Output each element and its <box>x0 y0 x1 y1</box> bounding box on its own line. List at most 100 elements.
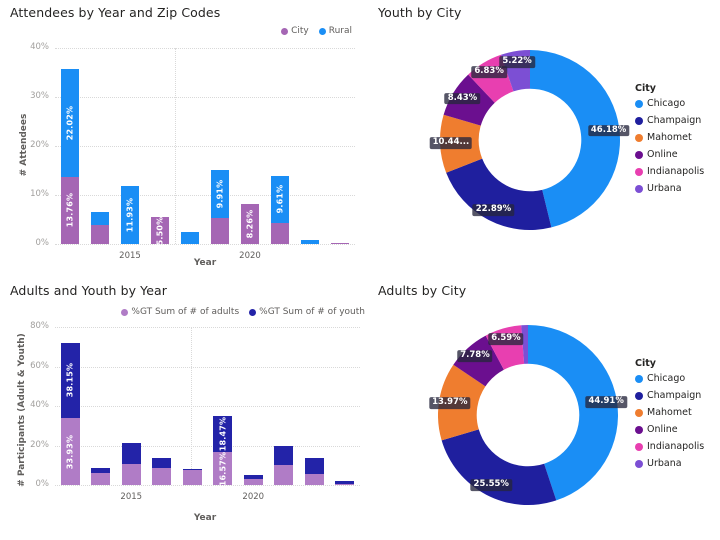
bar-segment[interactable]: 9.91% <box>210 169 230 219</box>
plot-area-adults-youth[interactable]: 0% 20% 40% 60% 80% 2015 2020 33.93% 38.15% 16.57%… <box>30 321 360 502</box>
bar-column[interactable] <box>180 231 200 244</box>
bar-column[interactable] <box>300 240 320 244</box>
bar-column[interactable] <box>330 243 350 244</box>
legend-item-mahomet[interactable]: Mahomet <box>635 132 704 143</box>
donut-chart-youth[interactable]: 46.18% 22.89% 10.44... 8.43% 6.83% 5.22% <box>429 50 630 230</box>
bar-segment[interactable] <box>152 457 172 469</box>
donut-slice[interactable] <box>446 158 552 230</box>
bar-segment[interactable]: 5.50% <box>150 216 170 245</box>
bar-column[interactable]: 16.57% 18.47% <box>213 415 233 486</box>
bar-column[interactable]: 33.93% 38.15% <box>60 342 80 485</box>
bar-column[interactable] <box>274 446 294 485</box>
bar-column[interactable]: 5.50% <box>150 216 170 245</box>
bar-segment[interactable] <box>243 478 263 485</box>
bar-segment[interactable]: 33.93% <box>60 418 80 485</box>
legend-item-mahomet[interactable]: Mahomet <box>635 407 704 418</box>
legend-swatch-icon <box>249 308 257 316</box>
legend-item-chicago[interactable]: Chicago <box>635 98 704 109</box>
bar-column[interactable]: 8.26% <box>240 203 260 244</box>
legend-item-label: Mahomet <box>647 132 692 143</box>
bar-segment[interactable]: 11.93% <box>120 185 140 244</box>
legend-item-city[interactable]: City <box>281 26 309 36</box>
y-axis-tick-label: 20% <box>30 140 49 150</box>
legend-swatch-icon <box>281 27 289 35</box>
bar-segment[interactable]: 13.76% <box>60 176 80 244</box>
bar-segment[interactable] <box>274 464 294 485</box>
bar-column[interactable] <box>90 211 110 244</box>
legend-item-chicago[interactable]: Chicago <box>635 373 704 384</box>
legend-item-online[interactable]: Online <box>635 149 704 160</box>
panel-youth-by-city[interactable]: Youth by City 46.18% 22.89% 10.44... 8.43% 6… <box>370 0 720 275</box>
legend-adults-city[interactable]: City Chicago Champaign Mahomet Online Indiana… <box>635 358 704 475</box>
bar-column[interactable] <box>304 457 324 485</box>
legend-item-urbana[interactable]: Urbana <box>635 183 704 194</box>
bar-segment[interactable] <box>182 468 202 470</box>
legend-item-label: Indianapolis <box>647 166 705 177</box>
bar-column[interactable] <box>243 474 263 485</box>
legend-item-rural[interactable]: Rural <box>318 26 352 36</box>
bar-segment[interactable] <box>152 468 172 485</box>
legend-item-gt-sum-of-of-youth[interactable]: %GT Sum of # of youth <box>249 307 365 317</box>
x-axis-tick-label: 2015 <box>119 251 141 261</box>
donut-slice-label: 8.43% <box>444 92 481 105</box>
bar-segment[interactable] <box>274 446 294 465</box>
legend-item-online[interactable]: Online <box>635 424 704 435</box>
legend-item-label: Champaign <box>647 115 702 126</box>
legend-attendees[interactable]: City Rural <box>281 26 352 36</box>
bar-column[interactable] <box>335 480 355 485</box>
bar-segment[interactable] <box>90 211 110 225</box>
plot-area-attendees[interactable]: 0% 10% 20% 30% 40% 2015 2020 13.76% 22.02% 11.93%… <box>30 42 355 261</box>
bar-segment[interactable] <box>91 467 111 474</box>
legend-item-gt-sum-of-of-adults[interactable]: %GT Sum of # of adults <box>121 307 239 317</box>
panel-adults-and-youth-by-year[interactable]: Adults and Youth by Year %GT Sum of # of… <box>0 275 370 540</box>
bar-segment[interactable]: 38.15% <box>60 342 80 418</box>
bar-column[interactable] <box>182 468 202 485</box>
bar-segment[interactable] <box>304 457 324 475</box>
bar-segment[interactable] <box>121 464 141 485</box>
bar-value-label: 16.57% <box>218 451 228 486</box>
gridline <box>55 195 355 197</box>
bar-segment[interactable]: 16.57% <box>213 451 233 486</box>
legend-item-indianapolis[interactable]: Indianapolis <box>635 441 704 452</box>
legend-item-urbana[interactable]: Urbana <box>635 458 704 469</box>
bar-column[interactable] <box>121 442 141 485</box>
donut-slice-label: 5.22% <box>499 56 535 68</box>
bar-segment[interactable] <box>300 240 320 244</box>
bar-segment[interactable] <box>243 474 263 479</box>
bar-segment[interactable]: 9.61% <box>270 175 290 223</box>
bar-segment[interactable] <box>90 224 110 244</box>
y-axis-tick-label: 40% <box>30 42 49 52</box>
donut-slice[interactable] <box>441 429 557 505</box>
legend-item-champaign[interactable]: Champaign <box>635 390 704 401</box>
bar-value-label: 8.26% <box>245 209 255 239</box>
bar-segment[interactable] <box>210 218 230 244</box>
bar-segment[interactable] <box>121 442 141 465</box>
bar-segment[interactable]: 8.26% <box>240 203 260 244</box>
bar-column[interactable]: 9.61% <box>270 175 290 244</box>
bar-column[interactable]: 11.93% <box>120 185 140 244</box>
bar-segment[interactable] <box>91 473 111 485</box>
bar-segment[interactable]: 22.02% <box>60 68 80 177</box>
y-axis-tick-label: 10% <box>30 189 49 199</box>
bar-segment[interactable] <box>304 474 324 485</box>
bar-segment[interactable] <box>335 484 355 485</box>
panel-attendees-by-year-and-zip-codes[interactable]: Attendees by Year and Zip Codes City Rura… <box>0 0 370 275</box>
bar-column[interactable] <box>91 467 111 485</box>
bar-column[interactable] <box>152 457 172 485</box>
bar-segment[interactable]: 18.47% <box>213 415 233 453</box>
bar-column[interactable]: 13.76% 22.02% <box>60 68 80 244</box>
legend-adults-youth[interactable]: %GT Sum of # of adults %GT Sum of # of yo… <box>121 307 365 317</box>
legend-item-indianapolis[interactable]: Indianapolis <box>635 166 704 177</box>
bar-value-label: 18.47% <box>218 416 228 452</box>
gridline <box>55 366 360 369</box>
bar-segment[interactable] <box>335 480 355 485</box>
bar-column[interactable]: 9.91% <box>210 169 230 244</box>
bar-segment[interactable] <box>270 222 290 244</box>
legend-item-champaign[interactable]: Champaign <box>635 115 704 126</box>
bar-segment[interactable] <box>182 470 202 485</box>
bar-segment[interactable] <box>180 231 200 244</box>
donut-chart-adults[interactable]: 44.91% 25.55% 13.97% 7.78% 6.59% <box>429 325 627 505</box>
legend-youth-city[interactable]: City Chicago Champaign Mahomet Online Indiana… <box>635 83 704 200</box>
panel-adults-by-city[interactable]: Adults by City 44.91% 25.55% 13.97% 7.78% 6.… <box>370 275 720 540</box>
bar-segment[interactable] <box>330 243 350 244</box>
